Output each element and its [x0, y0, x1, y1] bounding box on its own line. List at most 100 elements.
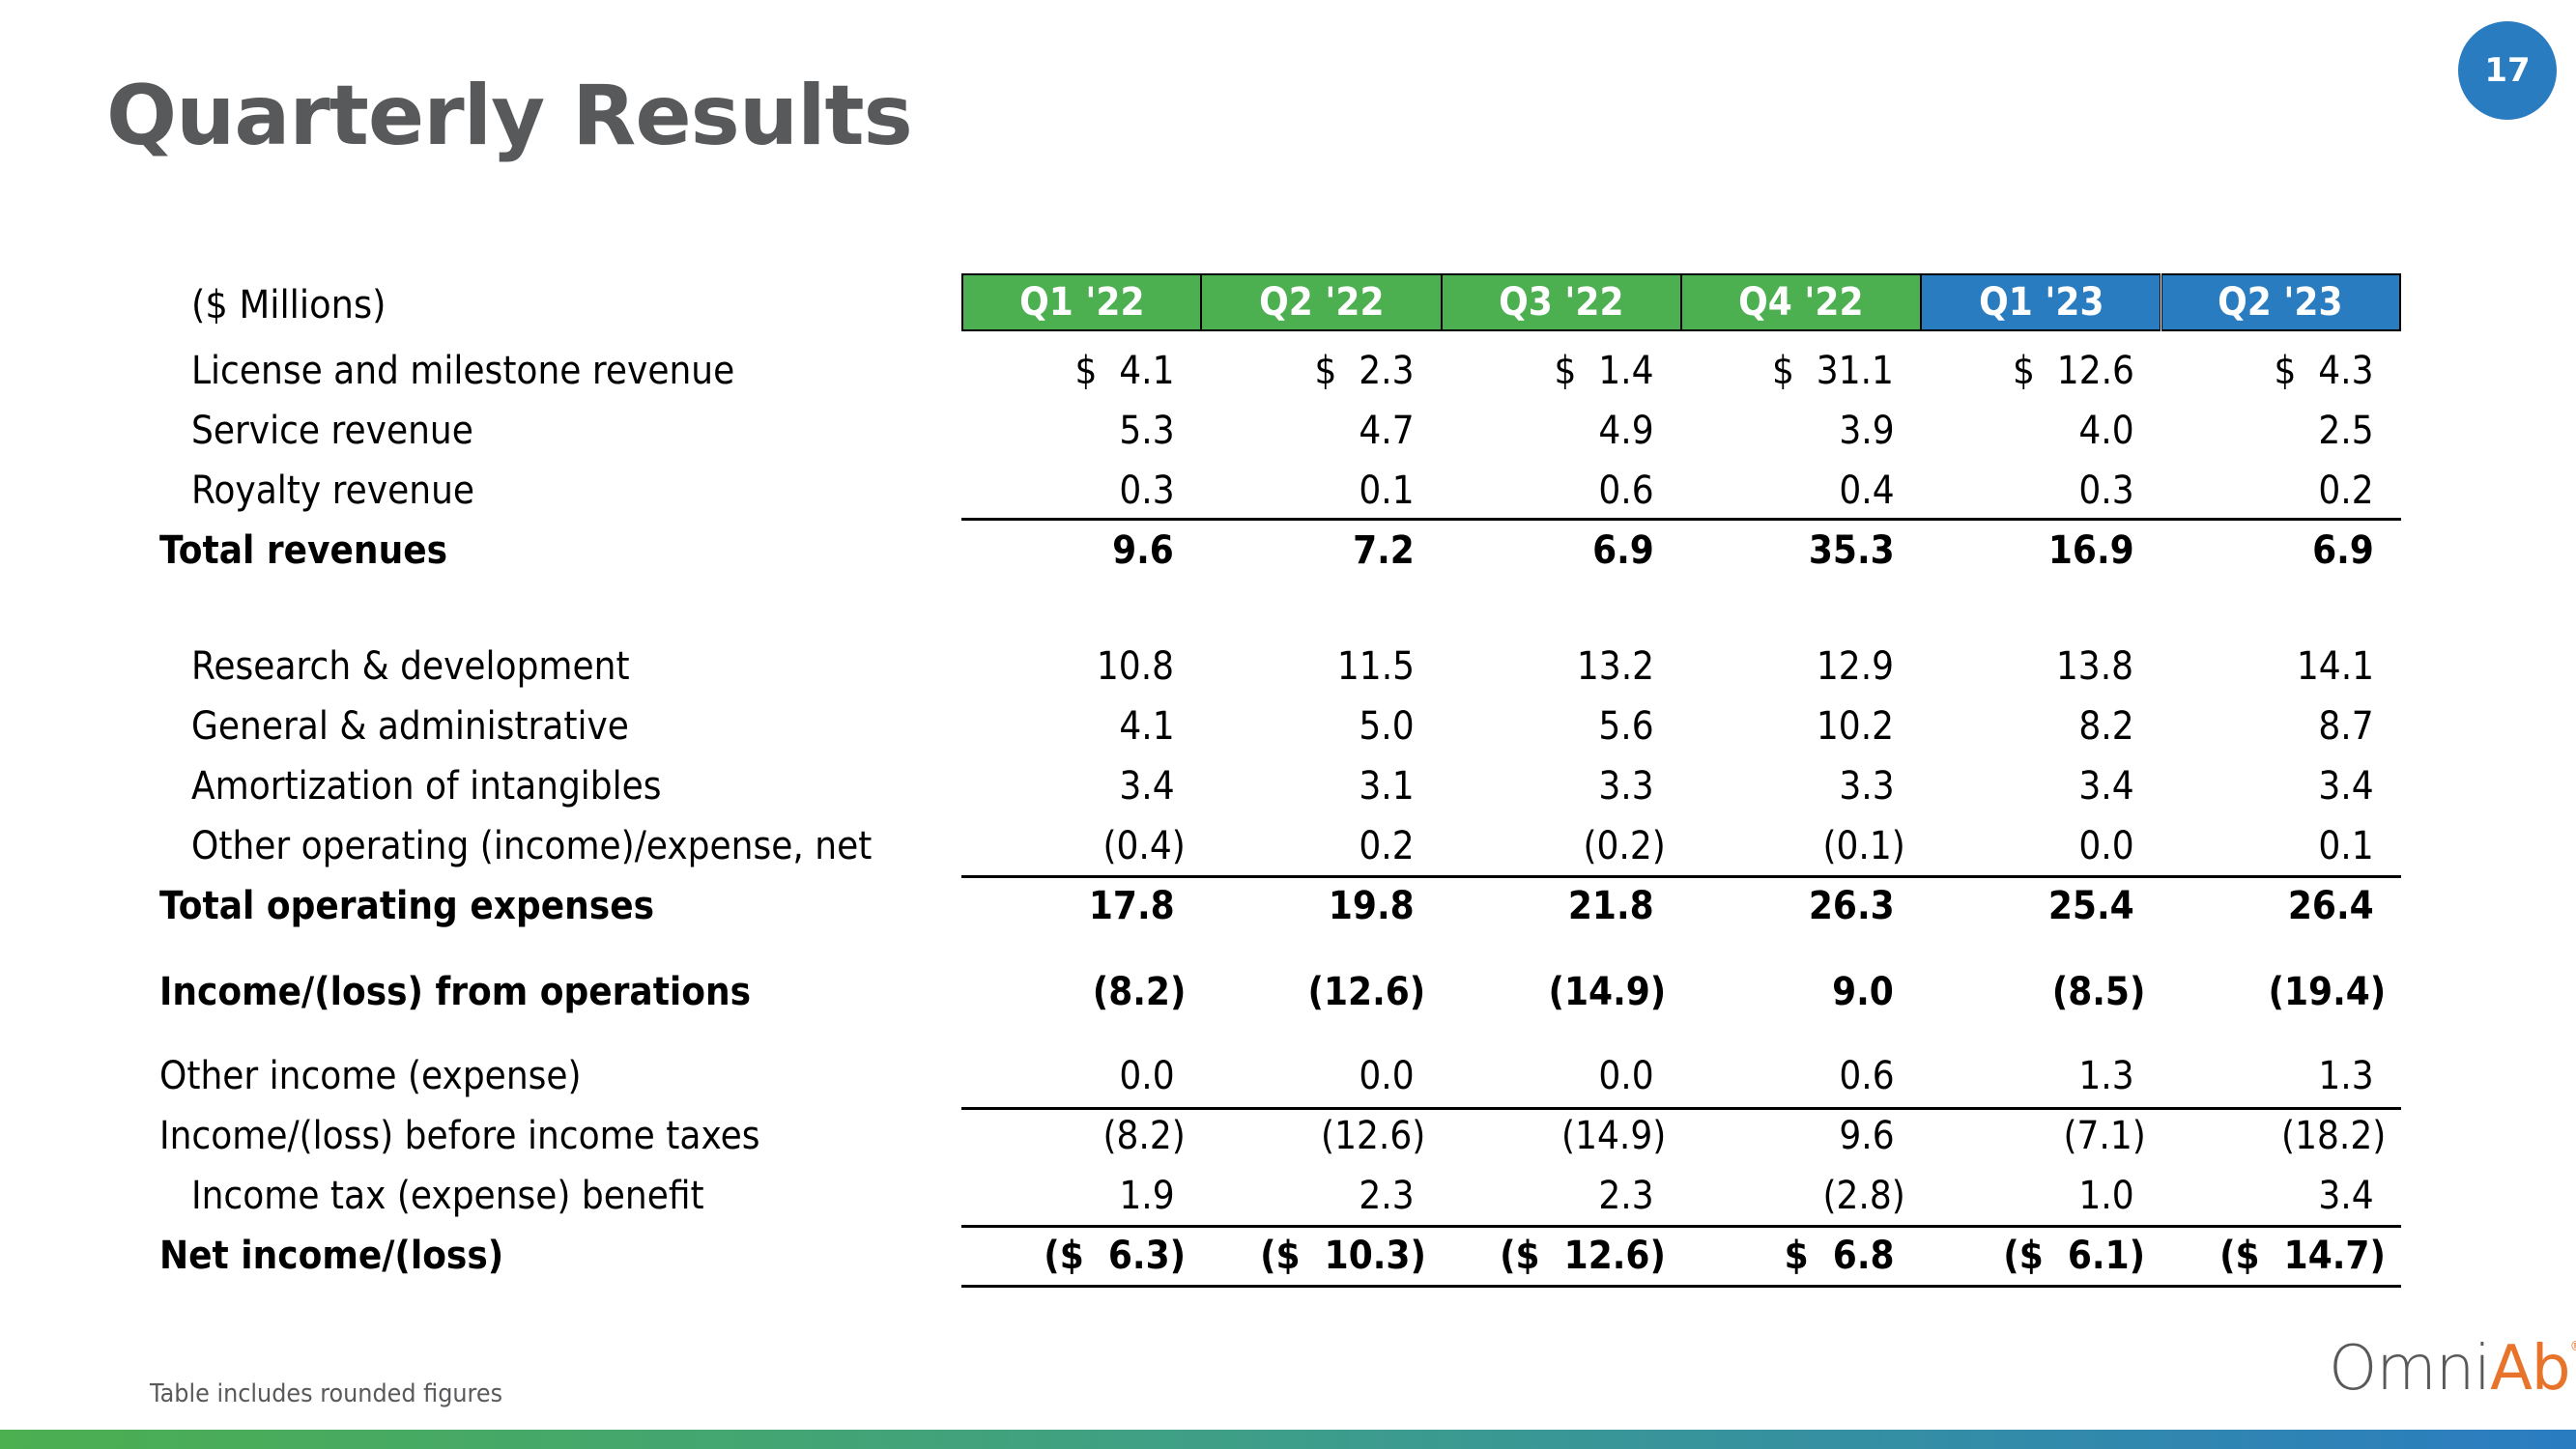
row-label: Total operating expenses — [159, 884, 655, 928]
table-cell: 0.3 — [1119, 469, 1175, 513]
table-cell: 16.9 — [2047, 528, 2134, 573]
table-row: Royalty revenue 0.3 0.1 0.6 0.4 0.3 0.2 — [0, 464, 2576, 518]
table-cell: 9.6 — [1112, 528, 1175, 573]
table-cell: 9.6 — [1838, 1114, 1895, 1158]
table-cell: 0.6 — [1598, 469, 1654, 513]
row-label: Total revenues — [159, 528, 448, 573]
table-cell: $ 4.1 — [1074, 349, 1175, 393]
row-label: Research & development — [191, 644, 630, 689]
column-header: Q2 '22 — [1201, 273, 1442, 331]
table-cell: 8.7 — [2318, 704, 2374, 749]
table-cell: 1.0 — [2078, 1174, 2134, 1218]
table-cell: 1.3 — [2078, 1054, 2134, 1098]
table-cell: (0.4) — [1102, 824, 1187, 868]
table-rule — [961, 1285, 2401, 1288]
table-cell: 6.9 — [1592, 528, 1654, 573]
table-row: Total operating expenses 17.8 19.8 21.8 26.3… — [0, 879, 2576, 933]
table-cell: 12.9 — [1817, 644, 1895, 689]
table-row: General & administrative 4.1 5.0 5.6 10.2 8.2… — [0, 699, 2576, 753]
table-cell: 3.9 — [1838, 409, 1895, 453]
table-row: Total revenues 9.6 7.2 6.9 35.3 16.9 6.9 — [0, 524, 2576, 578]
table-rule — [961, 518, 2401, 521]
table-row: Amortization of intangibles 3.4 3.1 3.3 3.3 3… — [0, 759, 2576, 813]
row-label: Other operating (income)/expense, net — [191, 824, 873, 868]
row-label: General & administrative — [191, 704, 629, 749]
table-cell: (12.6) — [1307, 970, 1426, 1014]
table-cell: (8.2) — [1102, 1114, 1187, 1158]
table-cell: 1.9 — [1119, 1174, 1175, 1218]
table-cell: $ 6.8 — [1784, 1234, 1895, 1278]
table-cell: 19.8 — [1328, 884, 1415, 928]
table-cell: (0.2) — [1583, 824, 1666, 868]
table-cell: 5.6 — [1598, 704, 1654, 749]
table-cell: (2.8) — [1822, 1174, 1906, 1218]
table-cell: (7.1) — [2063, 1114, 2146, 1158]
row-label: Income tax (expense) benefit — [191, 1174, 704, 1218]
table-cell: 6.9 — [2312, 528, 2374, 573]
table-cell: (18.2) — [2280, 1114, 2386, 1158]
table-cell: 0.6 — [1838, 1054, 1895, 1098]
footnote: Table includes rounded figures — [150, 1379, 503, 1408]
table-cell: 0.1 — [1359, 469, 1415, 513]
row-label: Other income (expense) — [159, 1054, 582, 1098]
table-cell: $ 4.3 — [2274, 349, 2374, 393]
table-cell: ($ 6.3) — [1044, 1234, 1187, 1278]
table-cell: (12.6) — [1321, 1114, 1426, 1158]
column-header-label: Q4 '22 — [1738, 280, 1864, 325]
table-cell: 4.1 — [1119, 704, 1175, 749]
table-cell: 4.7 — [1359, 409, 1415, 453]
column-header-label: Q1 '23 — [1978, 280, 2104, 325]
row-label: License and milestone revenue — [191, 349, 735, 393]
table-cell: 14.1 — [2296, 644, 2374, 689]
table-rule — [961, 875, 2401, 878]
table-cell: ($ 6.1) — [2003, 1234, 2146, 1278]
table-cell: 2.3 — [1359, 1174, 1415, 1218]
table-cell: 17.8 — [1088, 884, 1175, 928]
table-cell: 0.3 — [2078, 469, 2134, 513]
table-cell: 4.0 — [2078, 409, 2134, 453]
table-cell: 0.0 — [1359, 1054, 1415, 1098]
bottom-gradient-bar — [0, 1430, 2576, 1449]
table-cell: $ 31.1 — [1772, 349, 1895, 393]
table-cell: $ 1.4 — [1554, 349, 1654, 393]
table-cell: 5.3 — [1119, 409, 1175, 453]
table-row: Other operating (income)/expense, net (0.… — [0, 819, 2576, 873]
table-cell: 2.5 — [2318, 409, 2374, 453]
table-cell: 3.3 — [1838, 764, 1895, 809]
column-header-label: Q2 '22 — [1258, 280, 1385, 325]
column-header: Q1 '23 — [1921, 273, 2161, 331]
column-header: Q4 '22 — [1680, 273, 1922, 331]
table-row: Service revenue 5.3 4.7 4.9 3.9 4.0 2.5 — [0, 404, 2576, 458]
table-cell: 1.3 — [2318, 1054, 2374, 1098]
table-cell: 21.8 — [1568, 884, 1654, 928]
column-header-label: Q1 '22 — [1018, 280, 1145, 325]
table-cell: 3.4 — [2078, 764, 2134, 809]
table-cell: 4.9 — [1598, 409, 1654, 453]
table-cell: 3.4 — [2318, 1174, 2374, 1218]
column-header: Q2 '23 — [2161, 273, 2401, 331]
omniab-logo: OmniAb® — [2329, 1333, 2576, 1405]
column-header-label: Q2 '23 — [2218, 280, 2343, 325]
table-cell: 0.1 — [2318, 824, 2374, 868]
row-label: Income/(loss) before income taxes — [159, 1114, 760, 1158]
table-row: Income tax (expense) benefit 1.9 2.3 2.3 (2.… — [0, 1169, 2576, 1223]
table-cell: 0.2 — [2318, 469, 2374, 513]
table-row: License and milestone revenue $ 4.1 $ 2.3 $… — [0, 344, 2576, 398]
table-cell: (19.4) — [2268, 970, 2386, 1014]
logo-text-omni: Omni — [2329, 1333, 2491, 1405]
row-label: Service revenue — [191, 409, 473, 453]
row-label: Amortization of intangibles — [191, 764, 662, 809]
units-label: ($ Millions) — [191, 283, 386, 327]
registered-mark-icon: ® — [2569, 1339, 2576, 1354]
table-cell: 9.0 — [1832, 970, 1895, 1014]
table-cell: 10.2 — [1817, 704, 1895, 749]
table-cell: 7.2 — [1352, 528, 1415, 573]
table-row: Other income (expense) 0.0 0.0 0.0 0.6 1.3 1.3 — [0, 1049, 2576, 1103]
table-rule — [961, 1225, 2401, 1228]
table-cell: 5.0 — [1359, 704, 1415, 749]
table-cell: 10.8 — [1097, 644, 1175, 689]
table-cell: 11.5 — [1336, 644, 1415, 689]
column-header: Q1 '22 — [961, 273, 1202, 331]
row-label: Royalty revenue — [191, 469, 475, 513]
row-label: Net income/(loss) — [159, 1234, 504, 1278]
